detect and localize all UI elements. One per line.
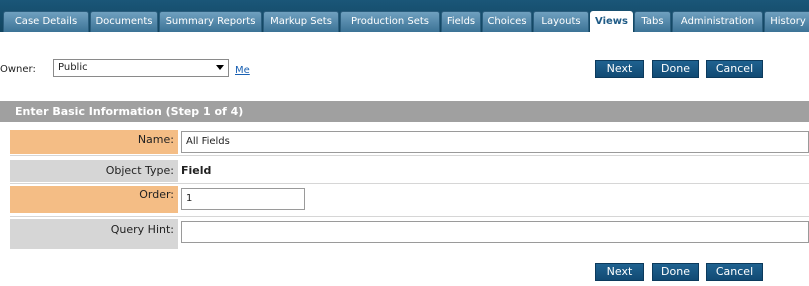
object-type-row: Object Type: Field	[0, 160, 809, 182]
owner-select[interactable]: Public	[53, 59, 229, 77]
order-input[interactable]: 1	[181, 188, 305, 210]
next-button[interactable]: Next	[595, 60, 644, 78]
done-button[interactable]: Done	[652, 263, 699, 281]
object-type-value: Field	[181, 164, 212, 177]
tab-production-sets[interactable]: Production Sets	[340, 11, 440, 32]
order-row: Order: 1	[0, 186, 809, 213]
tab-layouts[interactable]: Layouts	[533, 11, 589, 32]
owner-select-value: Public	[58, 62, 88, 73]
object-type-label: Object Type:	[10, 160, 178, 182]
next-button[interactable]: Next	[595, 263, 644, 281]
query-hint-row: Query Hint:	[0, 219, 809, 249]
tab-case-details[interactable]: Case Details	[3, 11, 89, 32]
footer-bar: Next Done Cancel	[0, 252, 809, 286]
tab-documents[interactable]: Documents	[90, 11, 158, 32]
dropdown-arrow-icon	[216, 65, 224, 70]
cancel-button[interactable]: Cancel	[706, 60, 763, 78]
order-label: Order:	[10, 186, 178, 213]
me-link[interactable]: Me	[235, 65, 250, 76]
tab-fields[interactable]: Fields	[441, 11, 481, 32]
divider	[10, 183, 809, 184]
name-input[interactable]: All Fields	[181, 131, 809, 153]
tab-choices[interactable]: Choices	[482, 11, 532, 32]
tab-administration[interactable]: Administration	[672, 11, 763, 32]
owner-label: Owner:	[0, 64, 36, 75]
name-row: Name: All Fields	[0, 130, 809, 154]
tab-history[interactable]: History	[764, 11, 809, 32]
tab-bar: Case Details Documents Summary Reports M…	[0, 0, 809, 32]
tab-tabs[interactable]: Tabs	[634, 11, 671, 32]
section-header: Enter Basic Information (Step 1 of 4)	[0, 101, 809, 122]
divider	[10, 216, 809, 217]
tab-markup-sets[interactable]: Markup Sets	[263, 11, 339, 32]
name-label: Name:	[10, 130, 178, 154]
divider	[10, 155, 809, 156]
cancel-button[interactable]: Cancel	[706, 263, 763, 281]
owner-bar: Owner: Public Me Next Done Cancel	[0, 44, 809, 84]
tab-views[interactable]: Views	[590, 11, 633, 32]
done-button[interactable]: Done	[652, 60, 699, 78]
query-hint-label: Query Hint:	[10, 219, 178, 249]
query-hint-input[interactable]	[181, 221, 809, 243]
tab-summary-reports[interactable]: Summary Reports	[159, 11, 262, 32]
